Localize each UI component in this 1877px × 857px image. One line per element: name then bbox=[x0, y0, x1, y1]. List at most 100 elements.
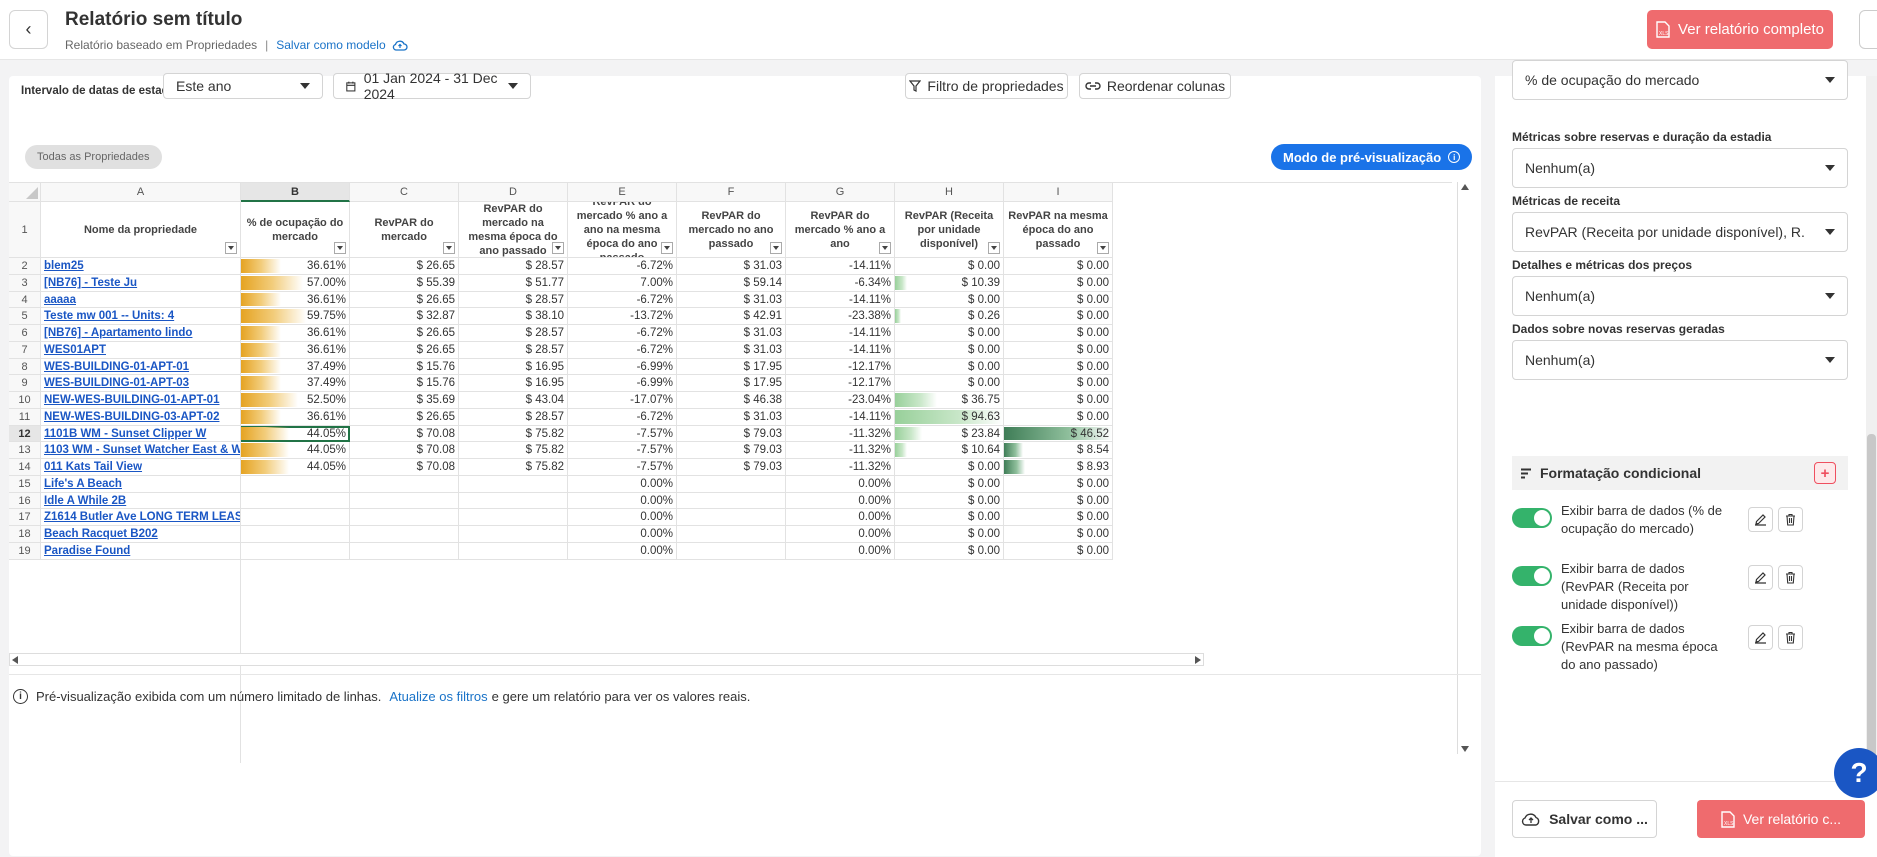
data-cell[interactable] bbox=[459, 509, 568, 526]
data-cell[interactable]: 36.61% bbox=[241, 325, 350, 342]
scroll-left-icon[interactable] bbox=[12, 656, 18, 664]
data-cell[interactable]: $ 46.52 bbox=[1004, 425, 1113, 443]
data-cell[interactable]: $ 0.00 bbox=[895, 459, 1004, 476]
row-header[interactable]: 2 bbox=[9, 258, 41, 275]
data-cell[interactable]: $ 0.00 bbox=[1004, 408, 1113, 426]
data-cell[interactable]: $ 26.65 bbox=[350, 341, 459, 359]
filter-dropdown-icon[interactable] bbox=[988, 242, 1000, 254]
data-cell[interactable]: -23.04% bbox=[786, 392, 895, 409]
data-cell[interactable]: $ 26.65 bbox=[350, 258, 459, 275]
edit-rule-button[interactable] bbox=[1748, 625, 1773, 650]
data-cell[interactable]: $ 70.08 bbox=[350, 459, 459, 476]
data-cell[interactable] bbox=[350, 526, 459, 543]
data-cell[interactable]: $ 75.82 bbox=[459, 459, 568, 476]
data-cell[interactable]: $ 0.00 bbox=[895, 375, 1004, 392]
view-report-button[interactable]: XLS Ver relatório c... bbox=[1697, 800, 1865, 838]
property-name-link[interactable]: 011 Kats Tail View bbox=[41, 459, 241, 476]
data-cell[interactable]: 44.05% bbox=[241, 459, 350, 476]
data-cell[interactable]: $ 15.76 bbox=[350, 375, 459, 392]
data-cell[interactable] bbox=[459, 475, 568, 493]
edit-rule-button[interactable] bbox=[1748, 507, 1773, 532]
back-button[interactable]: ‹ bbox=[9, 10, 48, 49]
vertical-scrollbar[interactable] bbox=[1457, 182, 1472, 754]
data-cell[interactable] bbox=[241, 526, 350, 543]
data-cell[interactable]: -6.72% bbox=[568, 291, 677, 309]
data-cell[interactable]: $ 0.00 bbox=[895, 526, 1004, 543]
data-cell[interactable]: $ 0.00 bbox=[1004, 358, 1113, 376]
data-cell[interactable]: $ 28.57 bbox=[459, 325, 568, 342]
data-cell[interactable]: 0.00% bbox=[786, 509, 895, 526]
data-cell[interactable]: $ 75.82 bbox=[459, 442, 568, 459]
add-rule-button[interactable]: + bbox=[1814, 462, 1836, 484]
data-cell[interactable]: $ 32.87 bbox=[350, 308, 459, 325]
data-cell[interactable]: $ 0.00 bbox=[1004, 392, 1113, 409]
data-cell[interactable]: 0.00% bbox=[568, 492, 677, 510]
property-name-link[interactable]: 1103 WM - Sunset Watcher East & W bbox=[41, 442, 241, 459]
data-cell[interactable] bbox=[241, 475, 350, 493]
horizontal-scrollbar[interactable] bbox=[9, 653, 1204, 666]
property-name-link[interactable]: Beach Racquet B202 bbox=[41, 526, 241, 543]
column-header-g[interactable]: G bbox=[786, 183, 895, 202]
data-cell[interactable]: $ 0.00 bbox=[1004, 274, 1113, 292]
property-name-link[interactable]: Paradise Found bbox=[41, 542, 241, 560]
data-cell[interactable]: $ 79.03 bbox=[677, 425, 786, 443]
filter-dropdown-icon[interactable] bbox=[770, 242, 782, 254]
property-name-link[interactable]: WES-BUILDING-01-APT-03 bbox=[41, 375, 241, 392]
data-cell[interactable] bbox=[677, 542, 786, 560]
data-cell[interactable]: $ 15.76 bbox=[350, 358, 459, 376]
data-cell[interactable]: -13.72% bbox=[568, 308, 677, 325]
column-header-d[interactable]: D bbox=[459, 183, 568, 202]
row-header[interactable]: 11 bbox=[9, 408, 41, 426]
row-header[interactable]: 1 bbox=[9, 202, 41, 258]
property-filter-button[interactable]: Filtro de propriedades bbox=[905, 73, 1068, 99]
data-cell[interactable]: 36.61% bbox=[241, 341, 350, 359]
data-cell[interactable]: -12.17% bbox=[786, 358, 895, 376]
data-cell[interactable]: $ 0.00 bbox=[895, 358, 1004, 376]
data-cell[interactable]: 0.00% bbox=[786, 542, 895, 560]
scroll-down-icon[interactable] bbox=[1461, 746, 1469, 752]
data-cell[interactable]: 36.61% bbox=[241, 258, 350, 275]
data-cell[interactable]: $ 28.57 bbox=[459, 408, 568, 426]
property-name-link[interactable]: NEW-WES-BUILDING-01-APT-01 bbox=[41, 392, 241, 409]
save-as-button[interactable]: Salvar como ... bbox=[1512, 800, 1657, 838]
property-name-link[interactable]: WES-BUILDING-01-APT-01 bbox=[41, 358, 241, 376]
data-cell[interactable]: -6.72% bbox=[568, 341, 677, 359]
property-name-link[interactable]: WES01APT bbox=[41, 341, 241, 359]
rule-toggle[interactable] bbox=[1512, 626, 1552, 646]
data-cell[interactable]: $ 0.26 bbox=[895, 308, 1004, 325]
data-cell[interactable]: -7.57% bbox=[568, 425, 677, 443]
period-select[interactable]: Este ano bbox=[163, 73, 323, 99]
data-cell[interactable]: $ 0.00 bbox=[1004, 542, 1113, 560]
data-cell[interactable]: $ 8.54 bbox=[1004, 442, 1113, 459]
date-range-picker[interactable]: 01 Jan 2024 - 31 Dec 2024 bbox=[333, 70, 531, 102]
metric-select[interactable]: % de ocupação do mercado bbox=[1512, 60, 1848, 100]
data-cell[interactable] bbox=[241, 542, 350, 560]
data-cell[interactable]: $ 26.65 bbox=[350, 291, 459, 309]
data-cell[interactable]: $ 16.95 bbox=[459, 375, 568, 392]
row-header[interactable]: 14 bbox=[9, 459, 41, 476]
data-cell[interactable]: 37.49% bbox=[241, 358, 350, 376]
row-header[interactable]: 9 bbox=[9, 375, 41, 392]
data-cell[interactable]: $ 10.64 bbox=[895, 442, 1004, 459]
data-cell[interactable]: $ 17.95 bbox=[677, 358, 786, 376]
filter-dropdown-icon[interactable] bbox=[879, 242, 891, 254]
data-cell[interactable]: $ 70.08 bbox=[350, 425, 459, 443]
data-cell[interactable]: $ 46.38 bbox=[677, 392, 786, 409]
data-cell[interactable] bbox=[677, 509, 786, 526]
data-cell[interactable]: $ 0.00 bbox=[1004, 291, 1113, 309]
column-header-i[interactable]: I bbox=[1004, 183, 1113, 202]
data-cell[interactable]: 0.00% bbox=[786, 526, 895, 543]
data-cell[interactable]: $ 31.03 bbox=[677, 325, 786, 342]
data-cell[interactable]: $ 38.10 bbox=[459, 308, 568, 325]
data-cell[interactable]: $ 0.00 bbox=[1004, 341, 1113, 359]
property-name-link[interactable]: [NB76] - Apartamento lindo bbox=[41, 325, 241, 342]
property-name-link[interactable]: aaaaa bbox=[41, 291, 241, 309]
data-cell[interactable]: $ 28.57 bbox=[459, 258, 568, 275]
data-cell[interactable]: -12.17% bbox=[786, 375, 895, 392]
data-cell[interactable]: $ 70.08 bbox=[350, 442, 459, 459]
data-cell[interactable]: $ 35.69 bbox=[350, 392, 459, 409]
data-cell[interactable]: -7.57% bbox=[568, 459, 677, 476]
data-cell[interactable]: $ 0.00 bbox=[895, 492, 1004, 510]
data-cell[interactable]: 37.49% bbox=[241, 375, 350, 392]
data-cell[interactable]: -14.11% bbox=[786, 291, 895, 309]
